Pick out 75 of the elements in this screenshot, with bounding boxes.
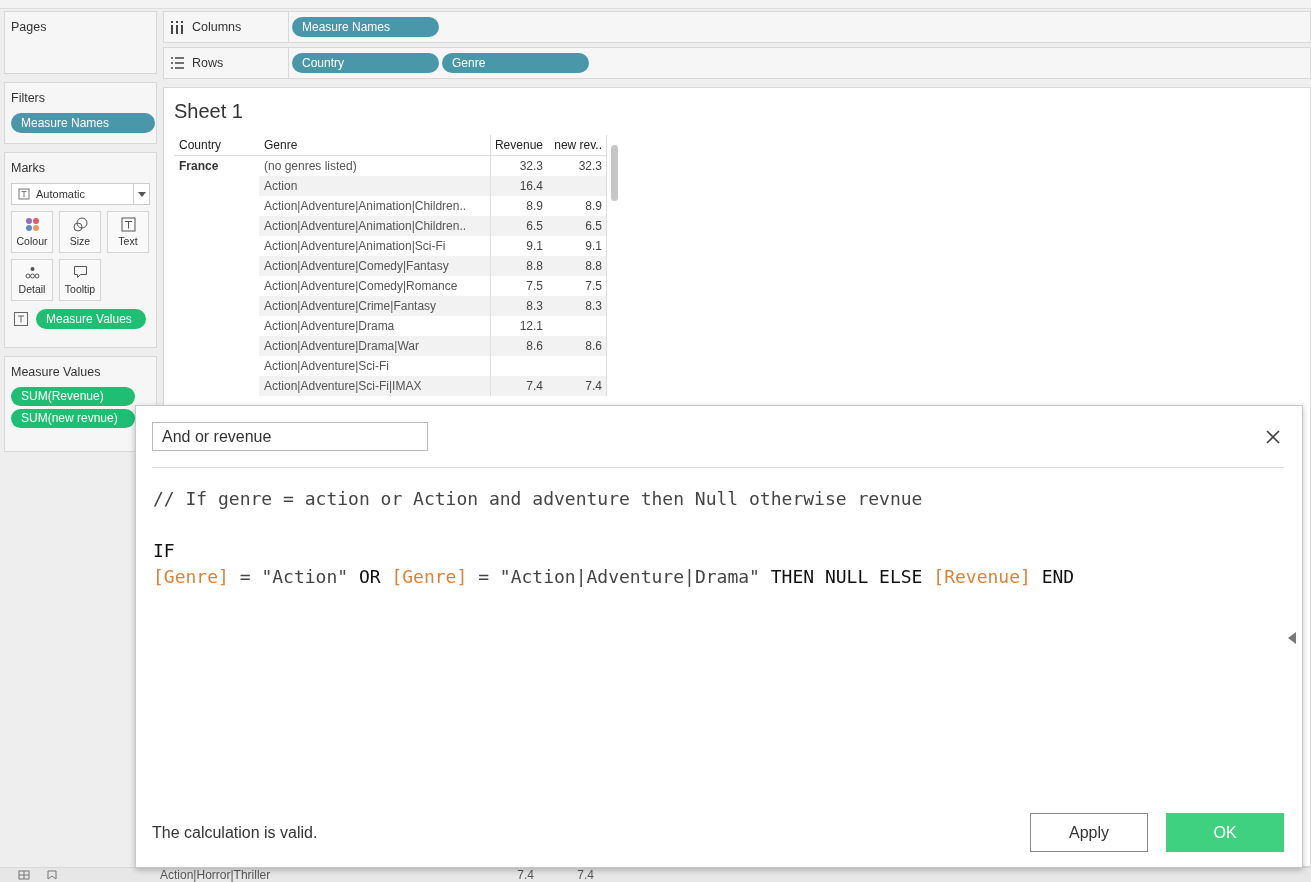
table-cell: 8.3 (491, 296, 547, 316)
mark-card-button[interactable]: Colour (11, 211, 53, 253)
table-cell: 7.4 (491, 376, 547, 396)
panel-title: Marks (11, 161, 47, 175)
colour-dots-icon (24, 217, 40, 232)
table-cell: Action|Adventure|Sci-Fi|IMAX (259, 376, 491, 396)
column-header: new rev.. (553, 137, 603, 154)
text-icon (18, 188, 30, 200)
table-cell: Action|Adventure|Animation|Children.. (259, 216, 491, 236)
size-circles-icon (72, 217, 88, 232)
table-cell-text: 9.1 (584, 238, 603, 255)
code-line: IF (153, 539, 176, 563)
card-label: Colour (16, 235, 48, 247)
table-cell: 8.8 (491, 256, 547, 276)
table-cell-text: 32.3 (518, 158, 544, 175)
card-label: Detail (18, 283, 46, 295)
mark-card-button[interactable]: Detail (11, 259, 53, 301)
formula-editor[interactable]: // If genre = action or Action and adventure then Null otherwise revnue IF [Genre] = "Action" OR [Genre] = "Action|Adventure|Drama" THEN NULL ELSE [Revenue] END (136, 468, 1302, 813)
calculation-name-field[interactable]: And or revenue (152, 422, 428, 451)
column-header: Country (178, 137, 223, 154)
table-cell: Action (259, 176, 491, 196)
rows-icon (170, 56, 184, 70)
table-cell-text: 9.1 (525, 238, 544, 255)
table-cell: Action|Adventure|Crime|Fantasy (259, 296, 491, 316)
table-cell-text: 8.9 (525, 198, 544, 215)
code-line: [Genre] = "Action" OR [Genre] = "Action|Adventure|Drama" THEN NULL ELSE [Revenue] END (153, 565, 1076, 589)
mark-card-button[interactable]: Tooltip (59, 259, 101, 301)
scrollbar-thumb[interactable] (611, 145, 618, 201)
card-label: Text (118, 235, 138, 247)
table-cell: 8.3 (547, 296, 606, 316)
sheet-title: Sheet 1 (174, 100, 244, 123)
table-cell-text: 7.4 (576, 868, 594, 882)
panel-title: Pages (11, 20, 48, 34)
card-label: Tooltip (64, 283, 96, 295)
caret-icon (133, 184, 149, 204)
mark-card-button[interactable]: Size (59, 211, 101, 253)
column-header: Revenue (493, 137, 544, 154)
column-header: Genre (259, 135, 491, 155)
table-cell-text: 7.5 (584, 278, 603, 295)
detail-dots-icon (24, 265, 40, 280)
table-cell-text: 7.4 (516, 868, 534, 882)
table-cell: 16.4 (491, 176, 547, 196)
panel-title: Measure Values (11, 365, 102, 379)
collapse-arrow-icon (1288, 632, 1296, 644)
table-cell: Action|Adventure|Comedy|Fantasy (259, 256, 491, 276)
columns-icon (170, 20, 184, 34)
panel-title: Filters (11, 91, 47, 105)
table-cell-text: 12.1 (518, 318, 544, 335)
table-cell: 6.5 (491, 216, 547, 236)
text-icon (14, 312, 28, 326)
apply-button[interactable]: Apply (1030, 813, 1148, 852)
card-label: Size (69, 235, 91, 247)
bookmark-icon (46, 870, 58, 880)
text-icon (120, 217, 136, 232)
mark-type-dropdown[interactable]: Automatic (11, 183, 150, 205)
dropdown-value: Automatic (36, 188, 86, 200)
table-cell-text: Action|Horror|Thriller (160, 868, 272, 882)
table-cell: 7.4 (547, 376, 606, 396)
speech-bubble-icon (72, 265, 88, 280)
shelf-label: Rows (192, 56, 224, 70)
row-header: France (178, 158, 220, 175)
table-cell-text: 7.5 (525, 278, 544, 295)
table-cell: Action|Adventure|Drama|War (259, 336, 491, 356)
table-cell: 8.6 (491, 336, 547, 356)
grid-icon (18, 870, 30, 880)
table-cell-text: 8.9 (584, 198, 603, 215)
table-cell-text: 32.3 (577, 158, 603, 175)
shelf-label: Columns (192, 20, 242, 34)
code-comment: // If genre = action or Action and adventure then Null otherwise revnue (153, 487, 924, 511)
table-cell: 8.6 (547, 336, 606, 356)
mark-card-button[interactable]: Text (107, 211, 149, 253)
table-cell: 6.5 (547, 216, 606, 236)
close-icon (1266, 429, 1280, 444)
validation-message: The calculation is valid. (152, 823, 318, 842)
table-cell: 8.8 (547, 256, 606, 276)
